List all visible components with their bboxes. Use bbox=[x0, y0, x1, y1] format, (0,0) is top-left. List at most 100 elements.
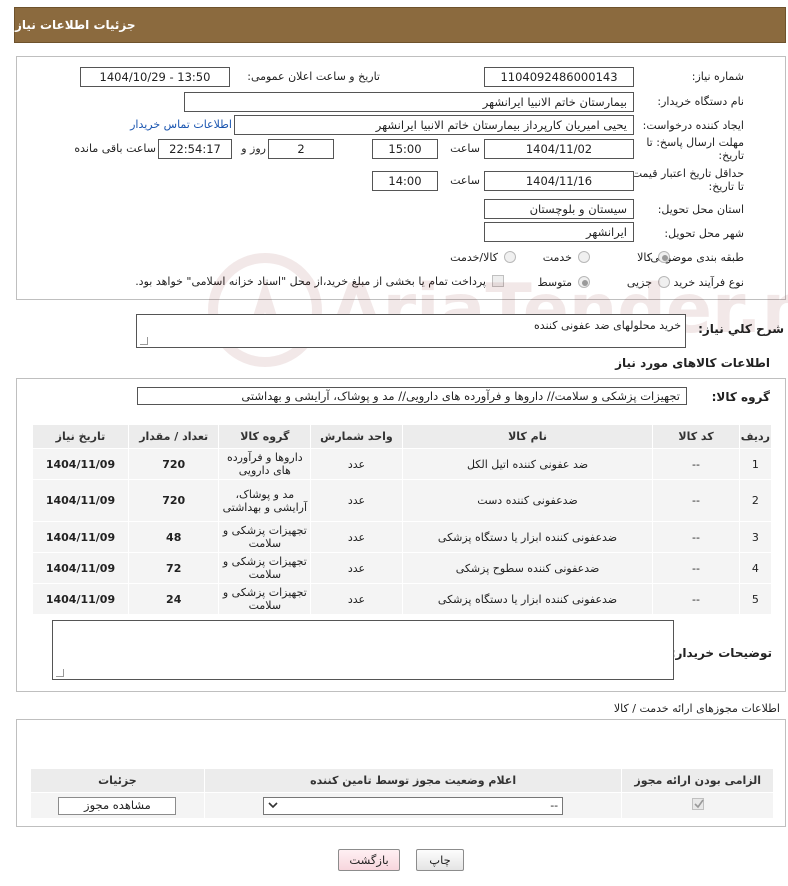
city-field: ایرانشهر bbox=[484, 222, 634, 242]
process-option-minor: جزیی bbox=[626, 276, 652, 289]
row-unit: عدد bbox=[310, 552, 403, 584]
remaining-time-field: 22:54:17 bbox=[158, 139, 232, 159]
announce-datetime-field: 1404/10/29 - 13:50 bbox=[80, 67, 230, 87]
row-code: -- bbox=[652, 479, 740, 522]
need-number-label: شماره نیاز: bbox=[691, 70, 744, 83]
checkmark-icon bbox=[694, 799, 704, 809]
province-field: سیستان و بلوچستان bbox=[484, 199, 634, 219]
process-radio-minor[interactable] bbox=[658, 276, 670, 288]
col-date: تاریخ نیاز bbox=[32, 424, 129, 449]
row-date: 1404/11/09 bbox=[32, 552, 129, 584]
table-row: 5 -- ضدعفونی کننده ابزار یا دستگاه پزشکی… bbox=[32, 583, 773, 615]
category-label: طبقه بندی موضوعی: bbox=[646, 251, 744, 264]
col-qty: تعداد / مقدار bbox=[127, 424, 220, 449]
buyer-notes-textarea[interactable] bbox=[52, 620, 674, 680]
col-row: ردیف bbox=[738, 424, 773, 449]
send-deadline-label-line1: مهلت ارسال پاسخ: تا bbox=[646, 136, 744, 149]
category-radio-service[interactable] bbox=[578, 251, 590, 263]
send-deadline-label: مهلت ارسال پاسخ: تا تاریخ: bbox=[640, 136, 744, 162]
table-row: 2 -- ضدعفونی کننده دست عدد مد و پوشاک، آ… bbox=[32, 479, 773, 522]
province-label: استان محل تحویل: bbox=[657, 203, 744, 216]
permit-required-cell bbox=[621, 792, 774, 819]
print-button[interactable]: چاپ bbox=[416, 849, 464, 871]
col-permit-required: الزامی بودن ارائه مجوز bbox=[621, 768, 774, 793]
row-group: مد و پوشاک، آرایشی و بهداشتی bbox=[218, 479, 312, 522]
price-deadline-label: حداقل تاریخ اعتبار قیمت: تا تاریخ: bbox=[628, 167, 744, 193]
send-time-field: 15:00 bbox=[372, 139, 438, 159]
price-deadline-label-line2: تا تاریخ: bbox=[708, 180, 744, 193]
view-permit-button[interactable]: مشاهده مجوز bbox=[58, 796, 177, 815]
row-name: ضد عفونی کننده اتیل الکل bbox=[401, 448, 654, 480]
row-qty: 720 bbox=[127, 448, 220, 480]
permit-status-value: -- bbox=[550, 799, 559, 812]
process-option-medium: متوسط bbox=[537, 276, 572, 289]
table-row: -- مشاهده مجوز bbox=[30, 792, 774, 819]
category-radio-goods[interactable] bbox=[658, 251, 670, 263]
buyer-contact-link[interactable]: اطلاعات تماس خریدار bbox=[114, 118, 232, 131]
price-deadline-label-line1: حداقل تاریخ اعتبار قیمت: bbox=[628, 167, 744, 180]
row-date: 1404/11/09 bbox=[32, 521, 129, 553]
row-unit: عدد bbox=[310, 479, 403, 522]
row-index: 3 bbox=[738, 521, 773, 553]
remaining-time-label: ساعت باقی مانده bbox=[74, 142, 156, 155]
permit-status-cell: -- bbox=[203, 792, 623, 819]
price-date-field: 1404/11/16 bbox=[484, 171, 634, 191]
row-qty: 720 bbox=[127, 479, 220, 522]
row-index: 1 bbox=[738, 448, 773, 480]
goods-group-label: گروه کالا: bbox=[711, 390, 770, 404]
resize-handle-icon[interactable] bbox=[56, 669, 64, 677]
buyer-org-label: نام دستگاه خریدار: bbox=[657, 95, 744, 108]
creator-field: یحیی امیریان کارپرداز بیمارستان خاتم الا… bbox=[234, 115, 634, 135]
chevron-down-icon bbox=[268, 802, 278, 809]
send-date-field: 1404/11/02 bbox=[484, 139, 634, 159]
row-date: 1404/11/09 bbox=[32, 448, 129, 480]
permits-table-header: الزامی بودن ارائه مجوز اعلام وضعیت مجوز … bbox=[30, 768, 774, 793]
row-code: -- bbox=[652, 583, 740, 615]
table-row: 3 -- ضدعفونی کننده ابزار یا دستگاه پزشکی… bbox=[32, 521, 773, 553]
days-label: روز و bbox=[241, 142, 266, 155]
col-unit: واحد شمارش bbox=[310, 424, 403, 449]
back-button[interactable]: بازگشت bbox=[338, 849, 400, 871]
row-unit: عدد bbox=[310, 521, 403, 553]
col-name: نام کالا bbox=[401, 424, 654, 449]
treasury-payment-checkbox[interactable] bbox=[492, 275, 504, 287]
goods-section-title: اطلاعات کالاهای مورد نیاز bbox=[615, 356, 770, 370]
price-time-label: ساعت bbox=[450, 174, 480, 187]
goods-group-field: تجهیزات پزشکی و سلامت// داروها و فرآورده… bbox=[137, 387, 687, 405]
permits-section-title: اطلاعات مجوزهای ارائه خدمت / کالا bbox=[613, 702, 780, 715]
summary-text: خرید محلولهای ضد عفونی کننده bbox=[534, 319, 681, 332]
row-date: 1404/11/09 bbox=[32, 479, 129, 522]
category-radio-goods-service[interactable] bbox=[504, 251, 516, 263]
summary-label: شرح کلي نياز: bbox=[698, 322, 784, 336]
table-row: 1 -- ضد عفونی کننده اتیل الکل عدد داروها… bbox=[32, 448, 773, 480]
price-time-field: 14:00 bbox=[372, 171, 438, 191]
row-group: تجهیزات پزشکی و سلامت bbox=[218, 583, 312, 615]
row-group: تجهیزات پزشکی و سلامت bbox=[218, 521, 312, 553]
treasury-payment-note: پرداخت تمام یا بخشی از مبلغ خرید،از محل … bbox=[135, 275, 486, 288]
announce-datetime-label: تاریخ و ساعت اعلان عمومی: bbox=[247, 70, 380, 83]
row-unit: عدد bbox=[310, 448, 403, 480]
row-index: 4 bbox=[738, 552, 773, 584]
permit-required-checkbox[interactable] bbox=[691, 798, 704, 810]
goods-table-header: ردیف کد کالا نام کالا واحد شمارش گروه کا… bbox=[32, 424, 773, 449]
category-option-goods-service: کالا/خدمت bbox=[450, 251, 498, 264]
row-name: ضدعفونی کننده ابزار یا دستگاه پزشکی bbox=[401, 521, 654, 553]
row-group: تجهیزات پزشکی و سلامت bbox=[218, 552, 312, 584]
resize-handle-icon[interactable] bbox=[140, 337, 148, 345]
summary-textarea[interactable]: خرید محلولهای ضد عفونی کننده bbox=[136, 314, 686, 348]
row-qty: 48 bbox=[127, 521, 220, 553]
col-code: کد کالا bbox=[652, 424, 740, 449]
buyer-notes-label: توضیحات خریدار: bbox=[670, 646, 772, 660]
process-radio-medium[interactable] bbox=[578, 276, 590, 288]
category-option-service: خدمت bbox=[542, 251, 572, 264]
page-header: جزئیات اطلاعات نیاز bbox=[14, 7, 786, 43]
row-name: ضدعفونی کننده دست bbox=[401, 479, 654, 522]
city-label: شهر محل تحویل: bbox=[664, 227, 744, 240]
row-group: داروها و فرآورده های دارویی bbox=[218, 448, 312, 480]
permit-status-select[interactable]: -- bbox=[263, 796, 564, 815]
table-row: 4 -- ضدعفونی کننده سطوح پزشکی عدد تجهیزا… bbox=[32, 552, 773, 584]
category-option-goods: کالا bbox=[637, 251, 652, 264]
days-remaining-field: 2 bbox=[268, 139, 334, 159]
row-code: -- bbox=[652, 521, 740, 553]
page-title: جزئیات اطلاعات نیاز bbox=[15, 18, 136, 32]
